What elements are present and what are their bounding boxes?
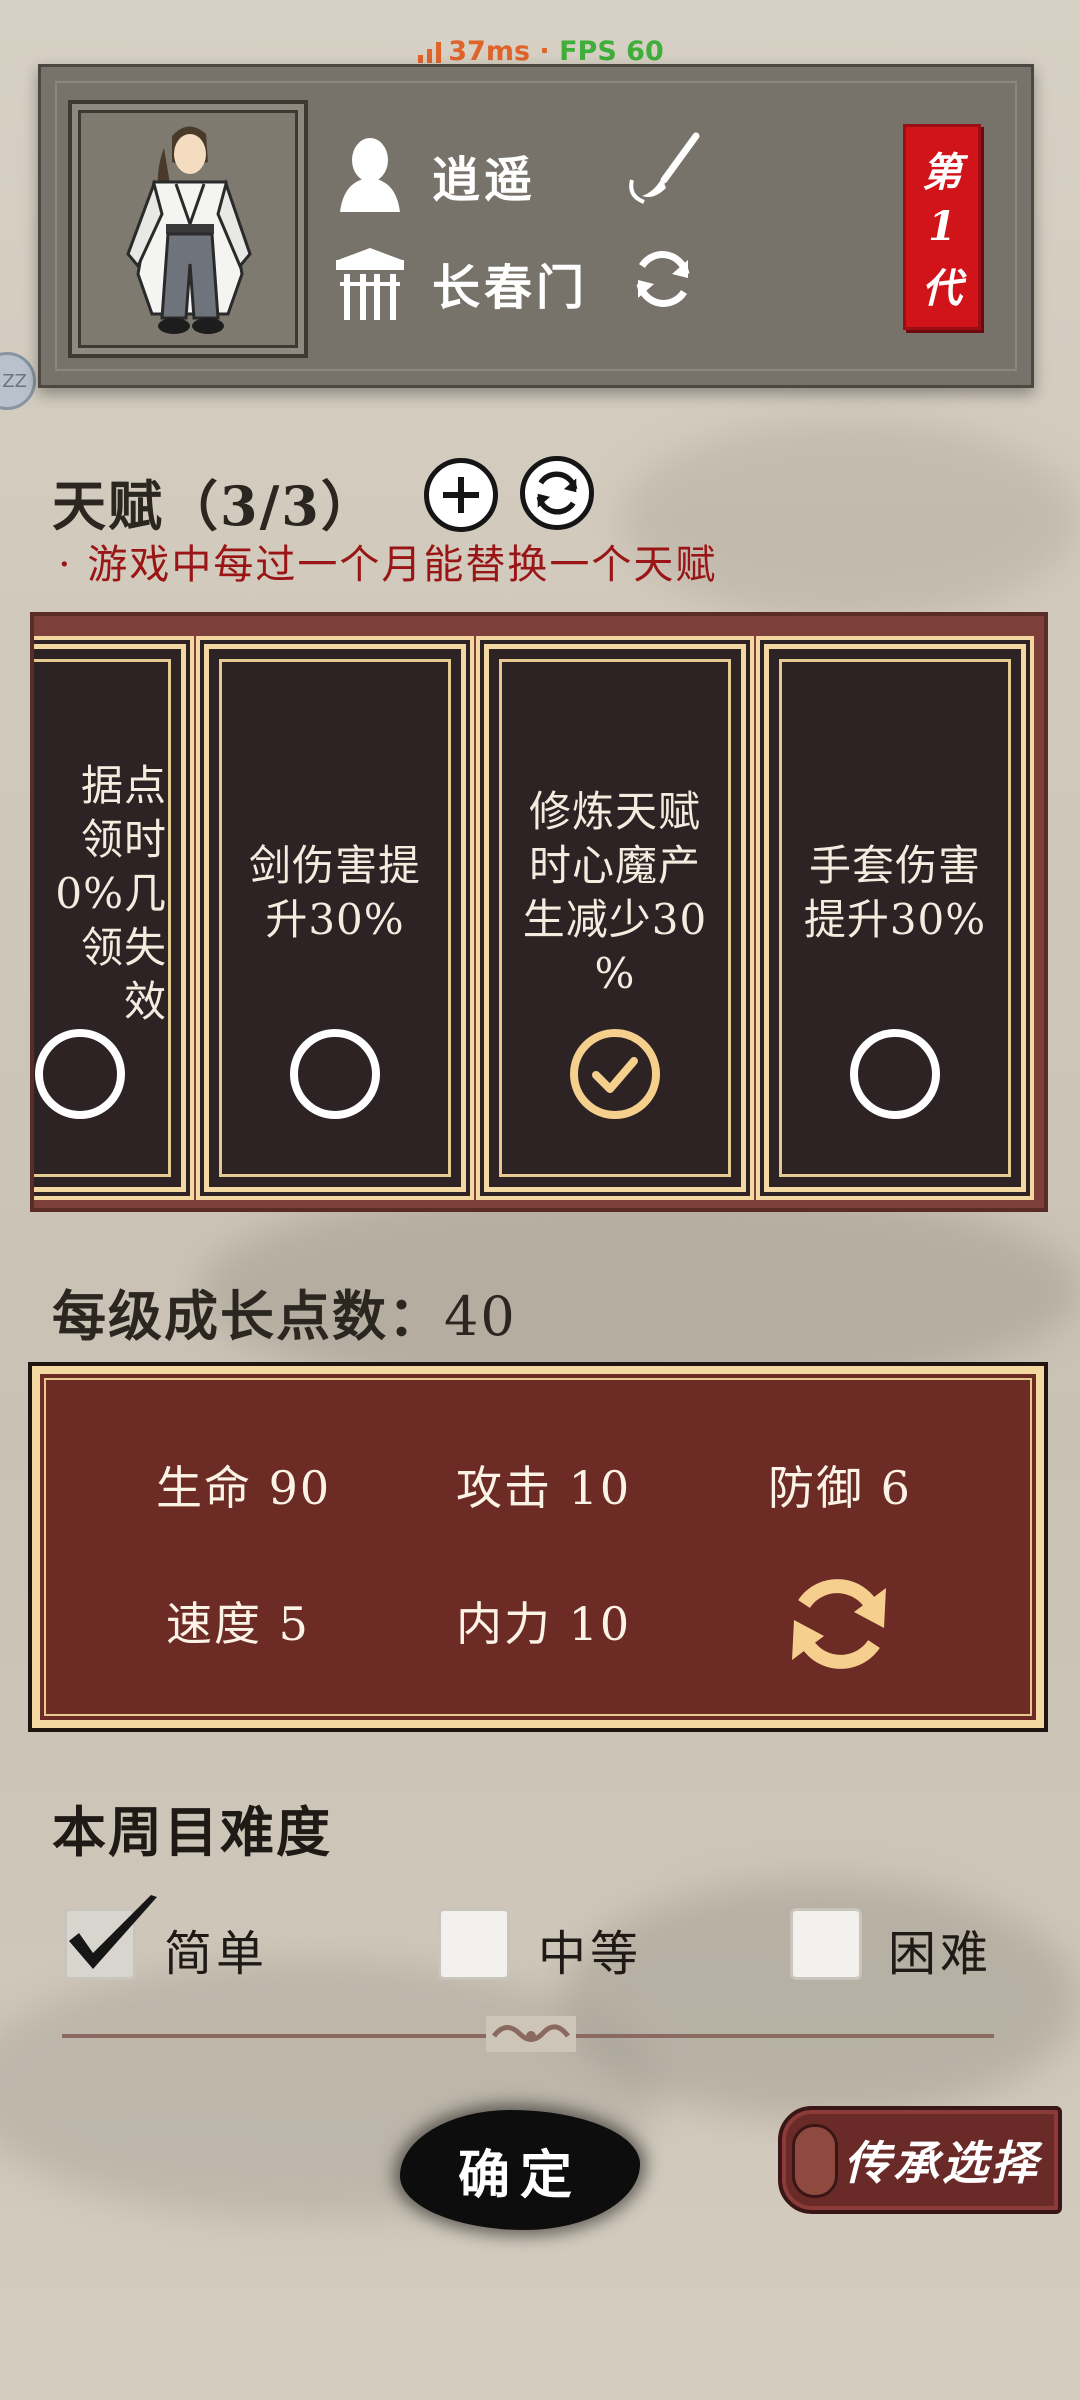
difficulty-medium-label[interactable]: 中等 (538, 1914, 642, 1984)
sect-name: 长春门 (432, 260, 589, 316)
talent-card[interactable]: 据点 领时 0%几 领失效 (34, 640, 190, 1196)
floating-assist-bubble[interactable]: ZZ (0, 352, 36, 410)
stat-value: 10 (568, 1461, 632, 1515)
difficulty-hard-checkbox[interactable] (790, 1908, 862, 1980)
character-portrait[interactable] (68, 100, 308, 358)
reroll-stats-icon[interactable] (776, 1570, 902, 1678)
talent-card-text: 修炼天赋 时心魔产 生减少30% (522, 787, 708, 998)
add-talent-button[interactable] (424, 458, 498, 532)
talent-card-strip[interactable]: 据点 领时 0%几 领失效 剑伤害提 升30% 修炼天赋 时心魔产 生减少30% 手套伤害提… (30, 612, 1048, 1212)
person-silhouette-icon (340, 138, 400, 212)
plus-icon (443, 477, 479, 513)
status-separator: · (530, 36, 560, 67)
growth-points-text: 每级成长点数： (52, 1284, 444, 1348)
talent-section-title: 天赋（3/3） (52, 474, 377, 538)
fps-text: FPS 60 (559, 36, 664, 67)
stat-label: 防御 (768, 1461, 864, 1515)
talent-select-circle[interactable] (290, 1029, 380, 1119)
talent-card[interactable]: 修炼天赋 时心魔产 生减少30% (480, 640, 750, 1196)
stat-value: 6 (880, 1461, 912, 1515)
stat-speed: 速度 5 (166, 1588, 310, 1654)
scroll-knob-icon (792, 2124, 838, 2198)
talent-select-circle[interactable] (850, 1029, 940, 1119)
signal-icon (418, 42, 442, 63)
reroll-talents-button[interactable] (520, 456, 594, 530)
stats-panel: 生命 90 攻击 10 防御 6 速度 5 内力 10 (28, 1362, 1048, 1732)
stat-label: 内力 (456, 1597, 552, 1651)
stat-inner-power: 内力 10 (456, 1588, 631, 1654)
assist-bubble-label: ZZ (2, 370, 27, 392)
stat-value: 5 (278, 1597, 310, 1651)
stat-label: 生命 (156, 1461, 252, 1515)
check-icon (592, 1057, 638, 1093)
ping-text: 37ms (448, 36, 531, 67)
cloud-decoration (620, 420, 1080, 620)
change-sect-refresh-icon[interactable] (628, 244, 698, 314)
talent-card-text: 剑伤害提 升30% (248, 841, 421, 944)
confirm-button[interactable]: 确定 (400, 2110, 640, 2230)
brush-edit-icon[interactable] (624, 130, 704, 210)
talent-card-text: 手套伤害 提升30% (803, 841, 987, 944)
generation-line-3: 代 (922, 265, 962, 313)
character-name: 逍遥 (432, 152, 537, 208)
growth-points-label: 每级成长点数：40 (52, 1272, 517, 1351)
difficulty-medium-checkbox[interactable] (438, 1908, 510, 1980)
stat-attack: 攻击 10 (456, 1452, 631, 1518)
stat-hp: 生命 90 (156, 1452, 331, 1518)
stat-defense: 防御 6 (768, 1452, 912, 1518)
difficulty-title: 本周目难度 (52, 1800, 332, 1864)
refresh-icon (536, 471, 578, 515)
network-status: 37ms · FPS 60 (0, 36, 1080, 67)
sect-gate-icon (336, 248, 404, 320)
difficulty-hard-label[interactable]: 困难 (888, 1914, 992, 1984)
talent-select-circle-checked[interactable] (570, 1029, 660, 1119)
stat-label: 速度 (166, 1597, 262, 1651)
generation-badge: 第 1 代 (903, 124, 981, 330)
stat-value: 90 (268, 1461, 332, 1515)
stat-value: 10 (568, 1597, 632, 1651)
difficulty-easy-checkbox[interactable] (64, 1895, 157, 1980)
difficulty-easy-label[interactable]: 简单 (164, 1914, 268, 1984)
inheritance-select-button[interactable]: 传承选择 (778, 2106, 1062, 2214)
talent-card[interactable]: 手套伤害 提升30% (760, 640, 1030, 1196)
stat-label: 攻击 (456, 1461, 552, 1515)
generation-line-2: 1 (928, 203, 956, 251)
talent-card-text: 据点 领时 0%几 领失效 (55, 761, 167, 1026)
generation-line-1: 第 (922, 148, 962, 196)
ink-check-icon (69, 1895, 157, 1969)
growth-points-value: 40 (444, 1285, 517, 1348)
character-figure-icon (126, 126, 252, 334)
talent-replace-note: · 游戏中每过一个月能替换一个天赋 (58, 542, 718, 588)
talent-select-circle[interactable] (35, 1029, 126, 1119)
scroll-ornament-icon (486, 2016, 576, 2052)
talent-card[interactable]: 剑伤害提 升30% (200, 640, 470, 1196)
inheritance-select-label: 传承选择 (844, 2136, 1040, 2190)
